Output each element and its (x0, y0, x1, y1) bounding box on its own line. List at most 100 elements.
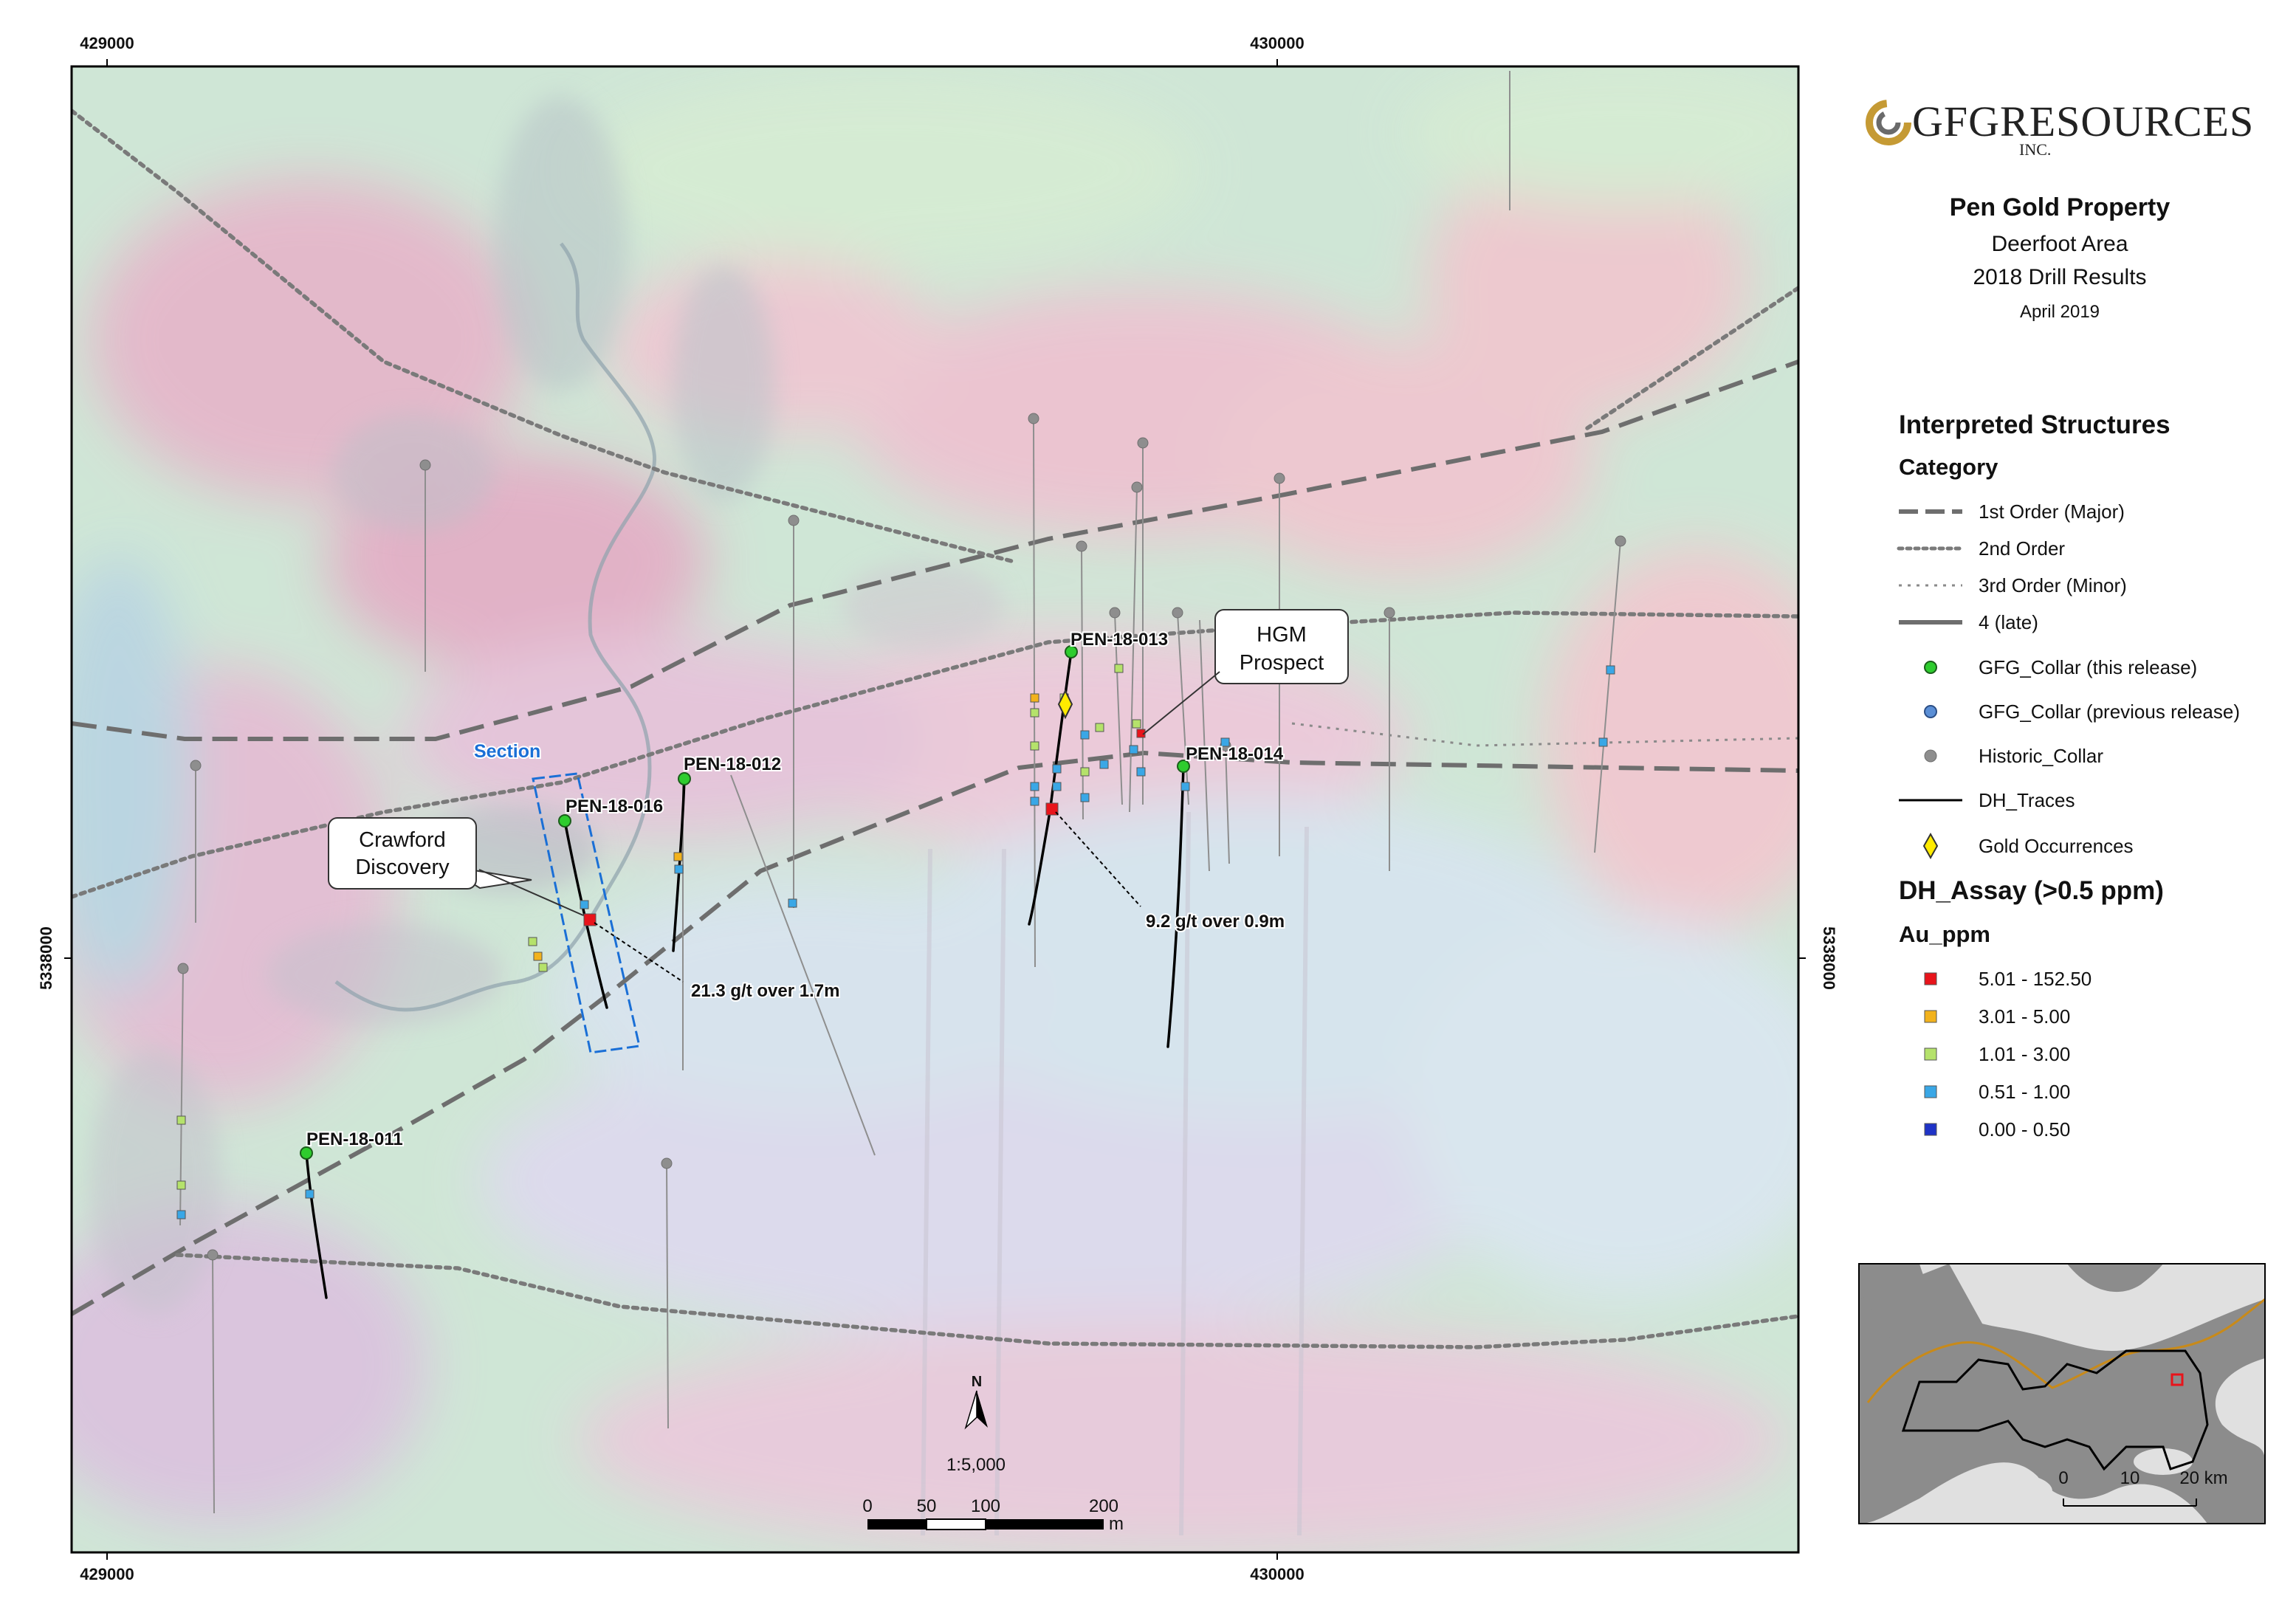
assay-1to3 (176, 1115, 186, 1125)
assay-0p5to1 (674, 864, 684, 874)
legend-assay-label: 0.00 - 0.50 (1979, 1118, 2070, 1140)
historic-collar (661, 1157, 673, 1169)
scale-tick-label: 50 (917, 1496, 937, 1516)
northing-label-right: 5338000 (1820, 926, 1838, 990)
legend-assay-title: DH_Assay (>0.5 ppm) (1899, 876, 2164, 905)
map-subtitle-subject: 2018 Drill Results (1973, 265, 2146, 289)
assay-1to3 (1095, 723, 1104, 732)
assay-0p5to1 (1129, 745, 1138, 754)
assay-0p5to1 (305, 1189, 315, 1199)
historic-collar (1384, 607, 1395, 619)
assay-0p5to1 (1606, 665, 1615, 675)
intercept-label: 21.3 g/t over 1.7m (691, 981, 839, 1001)
assay-3to5 (533, 952, 543, 961)
drillhole-label: PEN-18-016 (566, 796, 663, 816)
assay-0p5to1 (1598, 737, 1608, 747)
historic-collar (1131, 481, 1143, 493)
legend-assay-swatch (1924, 972, 1937, 985)
legend-item: 1st Order (Major) (1979, 500, 2125, 523)
legend-assay-label: 1.01 - 3.00 (1979, 1043, 2070, 1065)
legend-item: 3rd Order (Minor) (1979, 574, 2127, 596)
drillhole-label: PEN-18-012 (684, 754, 781, 774)
historic-collar (1028, 413, 1039, 424)
easting-label-bottom: 429000 (80, 1565, 134, 1583)
assay-1to3 (528, 937, 537, 946)
scale-ratio: 1:5,000 (946, 1455, 1006, 1475)
legend-item: DH_Traces (1979, 789, 2075, 811)
assay-1to3 (1132, 719, 1141, 729)
section-label: Section (474, 741, 540, 762)
historic-collar (190, 760, 202, 771)
callout-line: Crawford (359, 828, 446, 852)
map-date: April 2019 (2020, 302, 2100, 322)
historic-collar (1615, 535, 1626, 547)
legend-item: 4 (late) (1979, 611, 2038, 633)
legend-item: Gold Occurrences (1979, 835, 2134, 857)
assay-0p5to1 (1136, 767, 1146, 777)
assay-1to3 (1030, 741, 1039, 751)
assay-0p5to1 (1099, 760, 1109, 769)
legend-category-title: Category (1899, 454, 1998, 480)
callout-line: Prospect (1240, 651, 1324, 675)
map-title: Pen Gold Property (1950, 193, 2170, 221)
easting-label-bottom: 430000 (1250, 1565, 1304, 1583)
assay-3to5 (1030, 693, 1039, 703)
scale-unit: m (1109, 1514, 1124, 1534)
assay-3to5 (673, 852, 683, 861)
drillhole-label: PEN-18-011 (306, 1129, 403, 1149)
collar-pen-18-016[interactable] (558, 814, 571, 828)
assay-0p5to1 (1080, 730, 1090, 740)
legend-assay-field: Au_ppm (1899, 921, 1990, 947)
historic-collar (1109, 607, 1121, 619)
map-panel: Section PEN-18-011 PEN-18-012 PEN-18-013… (72, 66, 1798, 1552)
assay-0p5to1 (1030, 782, 1039, 791)
legend-historic-collar-icon (1924, 749, 1937, 763)
inset-map: 0 10 20 km (1858, 1263, 2266, 1524)
inset-scale-label: 10 (2120, 1468, 2140, 1488)
legend-assay-swatch (1924, 1123, 1937, 1136)
assay-0p5to1 (1180, 782, 1190, 791)
historic-collar (207, 1249, 219, 1261)
easting-label-top: 430000 (1250, 34, 1304, 52)
callout-line: Discovery (355, 856, 450, 879)
legend: Interpreted Structures Category 1st Orde… (1897, 410, 2240, 1140)
map-subtitle-area: Deerfoot Area (1991, 232, 2128, 256)
historic-collar (1137, 437, 1149, 449)
legend-assay-label: 5.01 - 152.50 (1979, 968, 2092, 990)
gfg-logo: GFGRESOURCES INC. (1866, 97, 2254, 159)
legend-item: Historic_Collar (1979, 745, 2103, 767)
legend-item: 2nd Order (1979, 537, 2065, 560)
scale-tick-label: 0 (862, 1496, 872, 1516)
assay-1to3 (176, 1180, 186, 1190)
assay-1to3 (1030, 708, 1039, 718)
inset-scale-label: 20 km (2179, 1468, 2227, 1488)
legend-assay-swatch (1924, 1047, 1937, 1061)
legend-collar-previous-release-icon (1924, 705, 1937, 718)
scale-tick-label: 200 (1089, 1496, 1118, 1516)
north-label: N (972, 1374, 982, 1390)
assay-0p5to1 (788, 898, 797, 908)
assay-legend: 5.01 - 152.50 3.01 - 5.00 1.01 - 3.00 0.51 … (1924, 968, 2092, 1140)
assay-0p5to1 (580, 900, 589, 909)
callout-line: HGM (1257, 623, 1307, 647)
legend-item: GFG_Collar (this release) (1979, 656, 2197, 678)
historic-collar (1172, 607, 1183, 619)
logo-wordmark: GFGRESOURCES (1912, 97, 2254, 145)
drillhole-label: PEN-18-014 (1186, 744, 1284, 764)
scale-tick-label: 100 (971, 1496, 1000, 1516)
historic-collar (177, 963, 189, 974)
legend-assay-label: 3.01 - 5.00 (1979, 1005, 2070, 1028)
collar-pen-18-012[interactable] (678, 772, 691, 785)
drillhole-label: PEN-18-013 (1070, 630, 1168, 650)
logo-swirl-icon (1866, 100, 1911, 145)
assay-0p5to1 (1080, 793, 1090, 802)
legend-collar-this-release-icon (1924, 661, 1937, 674)
legend-gold-occurrence-icon (1922, 832, 1939, 860)
historic-collar (419, 459, 431, 471)
map-figure: Section PEN-18-011 PEN-18-012 PEN-18-013… (37, 34, 2266, 1583)
northing-label-left: 5338000 (37, 926, 55, 990)
assay-high (583, 913, 597, 926)
legend-assay-swatch (1924, 1085, 1937, 1098)
assay-0p5to1 (1030, 796, 1039, 806)
easting-label-top: 429000 (80, 34, 134, 52)
